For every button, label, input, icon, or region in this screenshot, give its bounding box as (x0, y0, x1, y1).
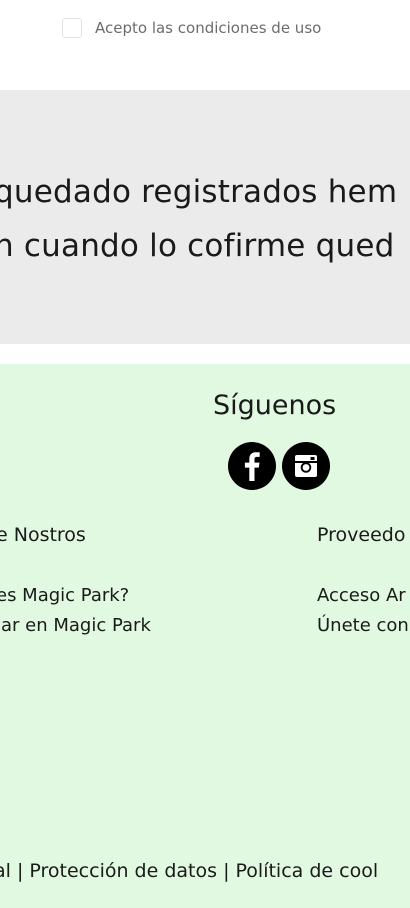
notice-line-2: n cuando lo cofirme qued (0, 228, 395, 264)
facebook-button[interactable] (228, 442, 276, 490)
providers-link-access[interactable]: Acceso Ar (317, 585, 406, 606)
instagram-button[interactable] (282, 442, 330, 490)
providers-link-join[interactable]: Únete con (317, 615, 409, 636)
footer: Síguenos e Nostros es Magic Park? jar en… (0, 364, 410, 908)
social-links (228, 442, 330, 490)
registration-notice: quedado registrados hem n cuando lo cofi… (0, 90, 410, 344)
about-link-what-is[interactable]: es Magic Park? (0, 585, 129, 606)
legal-links[interactable]: al | Protección de datos | Política de c… (0, 860, 378, 882)
terms-label[interactable]: Acepto las condiciones de uso (95, 19, 321, 37)
about-link-work[interactable]: jar en Magic Park (0, 615, 151, 636)
instagram-icon (295, 455, 317, 477)
follow-us-title: Síguenos (213, 390, 337, 421)
providers-title: Proveedo (317, 524, 406, 546)
facebook-icon (244, 452, 260, 481)
terms-checkbox[interactable] (62, 18, 82, 38)
terms-row: Acepto las condiciones de uso (62, 16, 321, 40)
about-title: e Nostros (0, 524, 86, 546)
notice-line-1: quedado registrados hem (0, 174, 398, 210)
